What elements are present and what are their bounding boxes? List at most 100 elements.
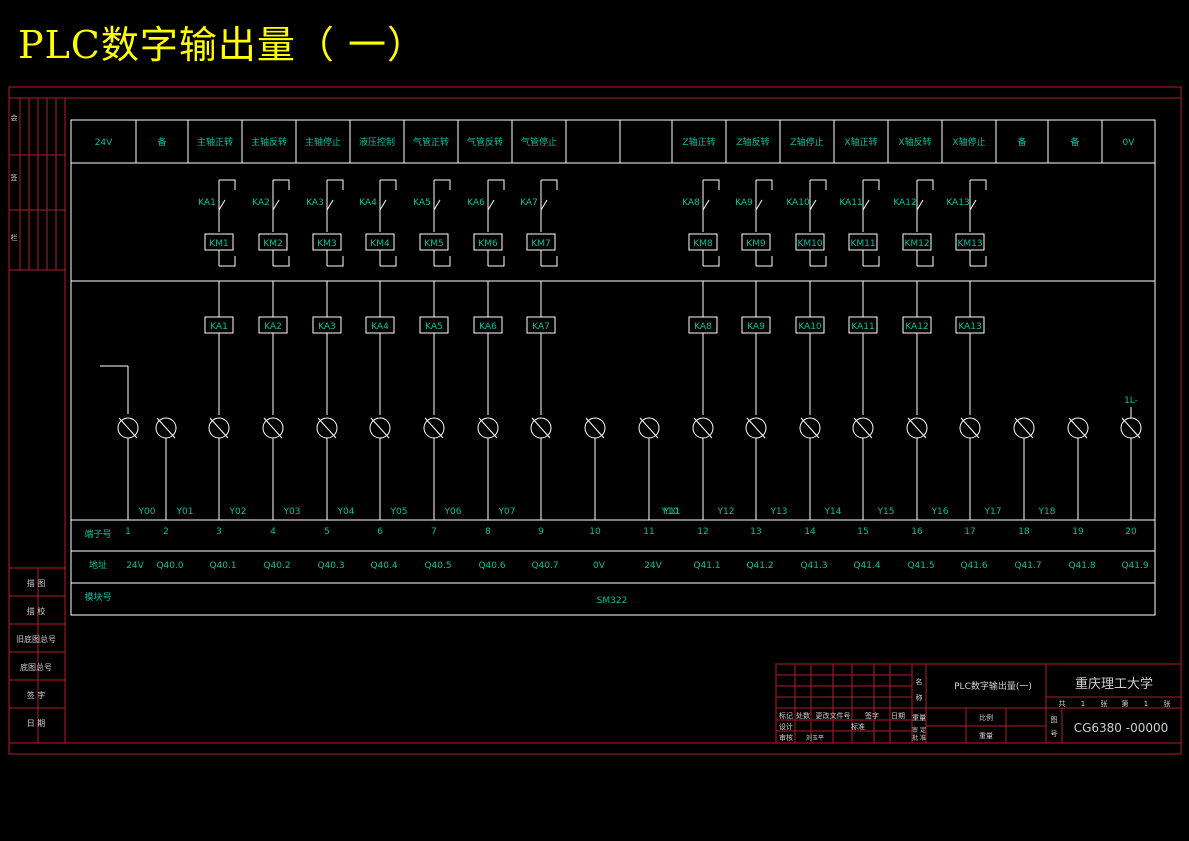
- km-coil-label: KM4: [370, 239, 390, 249]
- address-value: Q41.3: [800, 561, 827, 571]
- header-cell-text: Z轴停止: [790, 136, 823, 148]
- relay-contact-bottom: [703, 256, 720, 267]
- relay-contact-blade: [969, 199, 977, 211]
- y-label: Y14: [824, 507, 842, 517]
- address-value: Q40.4: [370, 561, 397, 571]
- standard-label: 标准: [851, 722, 865, 731]
- km-coil-label: KM8: [693, 239, 713, 249]
- terminal-number: 17: [964, 527, 975, 537]
- relay-contact-bottom: [917, 256, 934, 267]
- ka-coil-label: KA2: [264, 322, 282, 332]
- revision-label: 签字: [865, 711, 879, 720]
- relay-contact-blade: [862, 199, 870, 211]
- terminal-slash: [746, 417, 766, 439]
- sheet-count: 共: [1059, 699, 1066, 708]
- header-cell-text: 0V: [1123, 138, 1136, 148]
- relay-contact-blade: [272, 199, 280, 211]
- sheet-count: 张: [1164, 699, 1171, 708]
- terminal-number: 14: [804, 527, 816, 537]
- ka-coil-label: KA12: [905, 322, 928, 332]
- address-value: Q40.7: [531, 561, 558, 571]
- km-coil-label: KM2: [263, 239, 282, 249]
- left-strip-label: 签 字: [27, 690, 46, 700]
- ka-coil-label: KA13: [958, 322, 981, 332]
- relay-contact-blade: [326, 199, 334, 211]
- relay-contact-bottom: [863, 256, 880, 267]
- y-label: Y05: [390, 507, 408, 517]
- ka-coil-label: KA9: [747, 322, 765, 332]
- y-label: Y13: [770, 507, 788, 517]
- header-cell-text: 主轴正转: [197, 136, 233, 148]
- relay-contact-blade: [755, 199, 763, 211]
- relay-contact-label: KA9: [735, 198, 753, 208]
- header-cell-text: 液压控制: [359, 136, 395, 148]
- relay-contact-blade: [540, 199, 548, 211]
- weight-label: 重量: [912, 714, 926, 722]
- relay-contact-blade: [379, 199, 387, 211]
- terminal-number: 15: [857, 527, 868, 537]
- relay-contact-label: KA13: [946, 198, 969, 208]
- address-value: Q40.5: [424, 561, 451, 571]
- relay-contact-bottom: [970, 256, 987, 267]
- sheet-count: 1: [1144, 700, 1148, 708]
- terminal-number: 4: [270, 527, 276, 537]
- terminal-slash: [960, 417, 980, 439]
- weight-label: 重量: [979, 732, 993, 740]
- address-value: Q40.6: [478, 561, 505, 571]
- drawing-name: PLC数字输出量(一): [954, 680, 1032, 692]
- header-cell-text: 24V: [95, 138, 113, 148]
- relay-contact-label: KA7: [520, 198, 538, 208]
- relay-contact-top: [703, 179, 720, 190]
- km-coil-label: KM6: [478, 239, 498, 249]
- left-strip-label: 日 期: [27, 719, 46, 728]
- relay-contact-label: KA6: [467, 198, 485, 208]
- relay-contact-bottom: [327, 256, 344, 267]
- terminal-slash: [800, 417, 820, 439]
- terminal-slash: [1014, 417, 1034, 439]
- ka-coil-label: KA11: [851, 322, 874, 332]
- terminal-slash: [424, 417, 444, 439]
- left-strip-label: 描 图: [27, 578, 46, 588]
- terminal-number: 8: [485, 527, 491, 537]
- terminal-number: 2: [163, 527, 169, 537]
- title-block-label: 号: [1051, 730, 1058, 738]
- address-value: Q40.3: [317, 561, 344, 571]
- y-label: Y03: [283, 507, 301, 517]
- left-top-label: 栏: [11, 233, 18, 242]
- header-cell-text: 备: [1017, 136, 1026, 148]
- km-coil-label: KM9: [746, 239, 766, 249]
- y-label: Y12: [717, 507, 735, 517]
- terminal-slash: [370, 417, 390, 439]
- y-label: Y11: [663, 507, 681, 517]
- header-cell-text: 主轴停止: [305, 136, 341, 148]
- relay-contact-label: KA2: [252, 198, 270, 208]
- terminal-slash: [853, 417, 873, 439]
- revision-label: 标记: [779, 711, 793, 720]
- terminal-slash: [907, 417, 927, 439]
- header-cell-text: Z轴正转: [682, 136, 715, 148]
- terminal-number: 5: [324, 527, 330, 537]
- y-label: Y07: [498, 507, 516, 517]
- km-coil-label: KM11: [850, 239, 875, 249]
- address-value: 0V: [593, 561, 606, 571]
- km-coil-label: KM7: [531, 239, 550, 249]
- terminal-number: 11: [643, 527, 654, 537]
- revision-label: 更改文件号: [816, 711, 851, 720]
- sheet-count: 张: [1101, 699, 1108, 708]
- terminal-number: 9: [538, 527, 544, 537]
- terminal-number: 19: [1072, 527, 1084, 537]
- outer-frame: [8, 86, 1182, 755]
- sheet-count: 第: [1122, 699, 1129, 708]
- header-cell-text: 备: [157, 136, 166, 148]
- terminal-number: 18: [1018, 527, 1030, 537]
- ka-coil-label: KA4: [371, 322, 389, 332]
- relay-contact-top: [488, 179, 505, 190]
- designer-label: 设计: [779, 722, 793, 731]
- left-strip-label: 旧底图总号: [16, 634, 56, 644]
- relay-contact-bottom: [219, 256, 236, 267]
- header-cell-text: X轴停止: [952, 136, 985, 148]
- terminal-slash: [156, 417, 176, 439]
- address-value: 24V: [644, 561, 662, 571]
- relay-contact-top: [917, 179, 934, 190]
- address-value: Q40.1: [209, 561, 236, 571]
